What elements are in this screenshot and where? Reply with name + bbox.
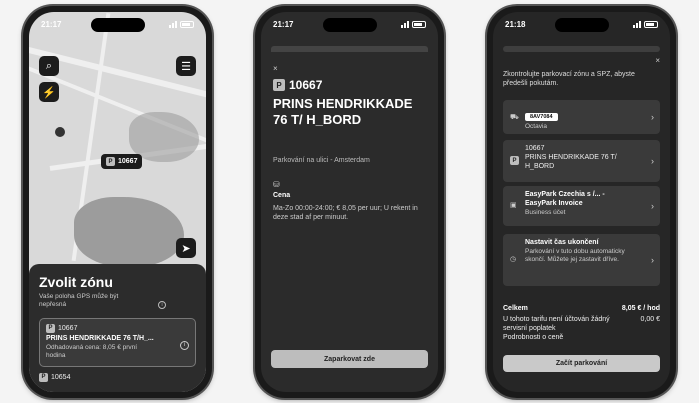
parking-icon: P (273, 79, 285, 91)
clock-icon: ◷ (510, 256, 517, 263)
zone-name: PRINS HENDRIKKADE 76 T/ H_BORD (273, 96, 413, 127)
vehicle-model: Octavia (525, 123, 548, 130)
lightning-icon[interactable]: ⚡ (39, 82, 59, 102)
dynamic-island (90, 18, 145, 32)
dynamic-island (554, 18, 609, 32)
zone-sheet: Zvolit zónu Vaše poloha GPS může být nep… (29, 264, 206, 392)
price-details-link[interactable]: Podrobnosti o ceně (503, 333, 660, 342)
screen: 21:17 × P 10667 PRINS HENDRIKKADE 76 T/ … (261, 12, 438, 392)
fee-note: U tohoto tarifu není účtován žádný servi… (503, 316, 610, 333)
status-time: 21:17 (273, 19, 294, 29)
status-time: 21:18 (505, 19, 526, 29)
park-here-button[interactable]: Zaparkovat zde (271, 350, 428, 368)
parking-icon: P (510, 156, 519, 165)
parking-icon: P (106, 157, 115, 166)
signal-icon (169, 20, 177, 28)
end-time-card[interactable]: ◷ Nastavit čas ukončení Parkování v tuto… (503, 234, 660, 286)
battery-icon (180, 20, 194, 28)
phone-zone-detail: 21:17 × P 10667 PRINS HENDRIKKADE 76 T/ … (255, 6, 444, 398)
list-item[interactable]: P 10654 (39, 372, 196, 382)
total-label: Celkem (503, 305, 528, 312)
status-time: 21:17 (41, 19, 62, 29)
fee-value: 0,00 € (640, 316, 660, 324)
battery-icon (644, 20, 658, 28)
total-value: 8,05 € / hod (621, 305, 660, 312)
car-icon: ⛟ (510, 114, 519, 121)
zone-card[interactable]: P 10667 PRINS HENDRIKKADE 76 T/H_... Odha… (39, 317, 196, 367)
locate-icon[interactable]: ➤ (176, 238, 196, 258)
info-icon[interactable]: i (180, 340, 189, 350)
sheet-title: Zvolit zónu (39, 274, 113, 290)
signal-icon (633, 20, 641, 28)
price-text: Ma-Zo 00:00-24:00; € 8,05 per uur; U rek… (273, 205, 418, 222)
chevron-right-icon: › (651, 201, 654, 211)
parking-icon: P (46, 323, 55, 333)
vehicle-card[interactable]: ⛟ 8AV7084 Octavia › (503, 100, 660, 134)
screen: 21:18 × Zkontrolujte parkovací zónu a SP… (493, 12, 670, 392)
parking-icon: P (39, 372, 48, 382)
license-plate: 8AV7084 (525, 113, 558, 121)
info-icon[interactable]: i (158, 301, 166, 309)
zone-subtitle: Parkování na ulici - Amsterdam (273, 157, 370, 164)
price-estimate: Odhadovaná cena: 8,05 € první hodina (46, 343, 138, 360)
payment-card[interactable]: ▣ EasyPark Czechia s /... - EasyPark Inv… (503, 186, 660, 226)
briefcase-icon: ▣ (510, 202, 517, 209)
screen: 21:17 ⌕ ☰ ⚡ P 10667 ➤ Zvolit zónu Vaše p… (29, 12, 206, 392)
intro-text: Zkontrolujte parkovací zónu a SPZ, abyst… (503, 71, 635, 88)
menu-icon[interactable]: ☰ (176, 56, 196, 76)
zone-code: P 10667 (273, 78, 322, 92)
phone-map-screen: 21:17 ⌕ ☰ ⚡ P 10667 ➤ Zvolit zónu Vaše p… (23, 6, 212, 398)
close-icon[interactable]: × (273, 64, 278, 73)
chevron-right-icon: › (651, 156, 654, 166)
zone-name: PRINS HENDRIKKADE 76 T/H_... (46, 334, 154, 342)
dynamic-island (322, 18, 377, 32)
zone-card[interactable]: P 10667 PRINS HENDRIKKADE 76 T/ H_BORD › (503, 140, 660, 182)
price-label: Cena (273, 192, 291, 199)
user-location-icon (55, 127, 65, 137)
signal-icon (401, 20, 409, 28)
close-icon[interactable]: × (655, 56, 660, 65)
phone-confirm-parking: 21:18 × Zkontrolujte parkovací zónu a SP… (487, 6, 676, 398)
chevron-right-icon: › (651, 255, 654, 265)
start-parking-button[interactable]: Začít parkování (503, 355, 660, 372)
price-summary: Celkem 8,05 € / hod U tohoto tarifu není… (503, 304, 660, 342)
zone-name: PRINS HENDRIKKADE 76 T/ H_BORD (525, 153, 617, 170)
zone-map-pin[interactable]: P 10667 (101, 154, 143, 169)
chevron-right-icon: › (651, 112, 654, 122)
battery-icon (412, 20, 426, 28)
search-icon[interactable]: ⌕ (39, 56, 59, 76)
price-icon: ⛁ (273, 180, 280, 189)
gps-note: Vaše poloha GPS může být nepřesná (39, 293, 119, 309)
